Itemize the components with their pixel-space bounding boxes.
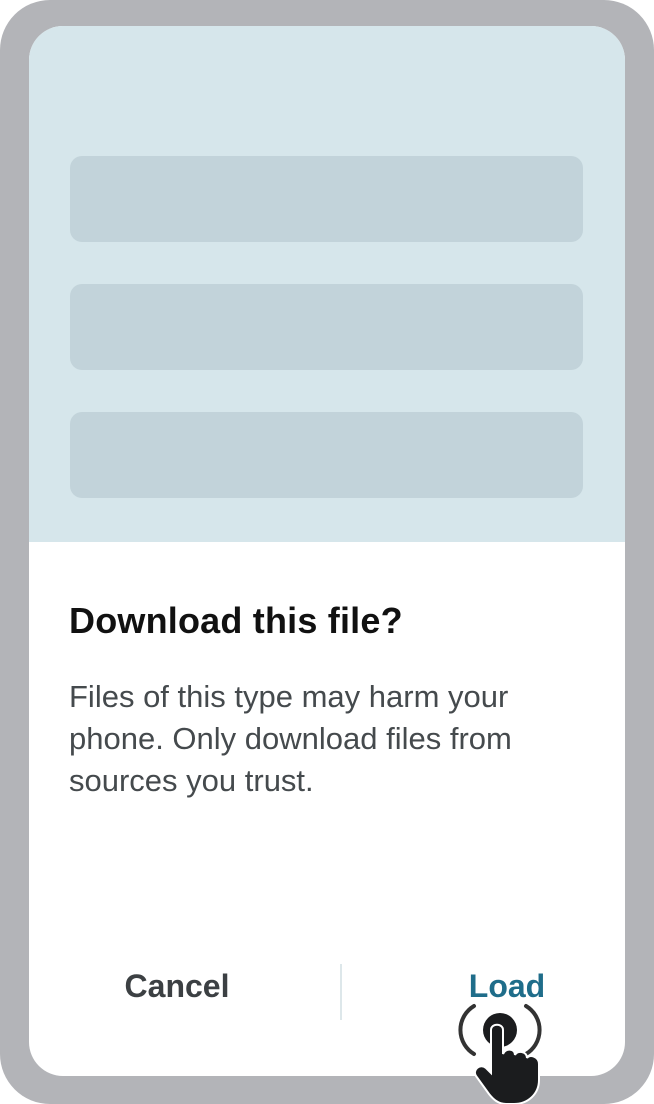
background-page	[29, 26, 625, 542]
button-divider	[340, 964, 342, 1020]
placeholder-block	[70, 412, 583, 498]
placeholder-block	[70, 284, 583, 370]
dialog-title: Download this file?	[69, 600, 403, 641]
placeholder-block	[70, 156, 583, 242]
dialog-message: Files of this type may harm your phone. …	[69, 679, 512, 798]
cancel-button[interactable]: Cancel	[89, 960, 265, 1012]
tap-hand-icon	[458, 1004, 542, 1104]
phone-screen: Download this file? Files of this type m…	[29, 26, 625, 1076]
phone-frame: Download this file? Files of this type m…	[0, 0, 654, 1104]
